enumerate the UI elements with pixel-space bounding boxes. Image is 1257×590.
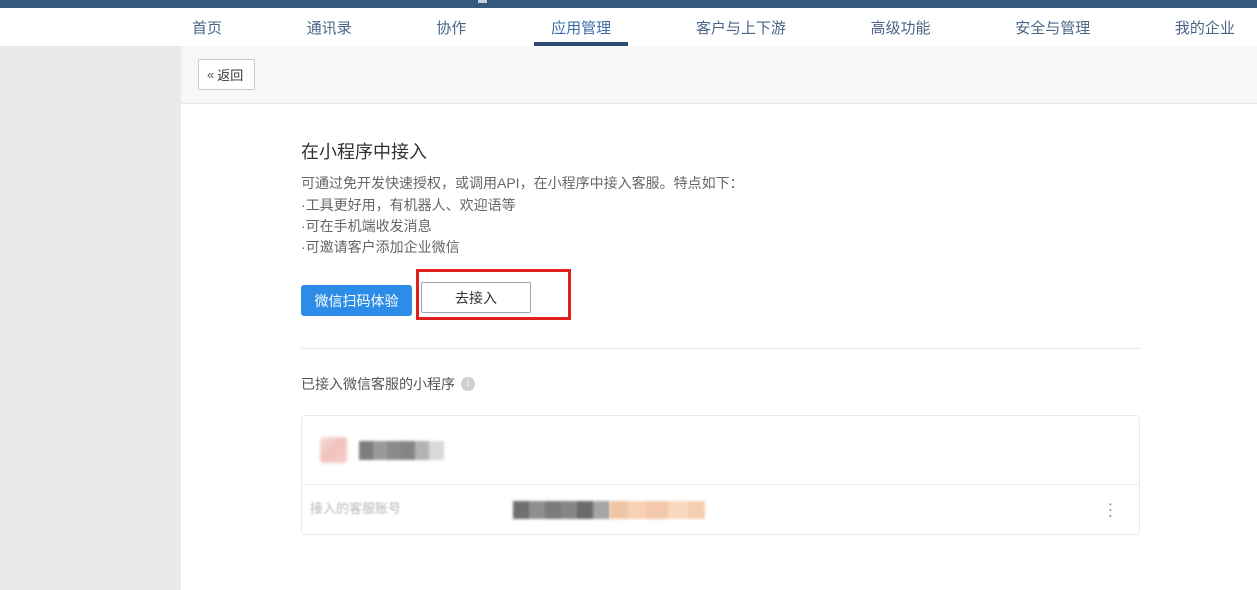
tab-contacts[interactable]: 通讯录 (307, 8, 352, 46)
topbar-artifact (478, 0, 487, 3)
section-header: 已接入微信客服的小程序 i (301, 374, 1257, 394)
connected-account-row: 接入的客服账号 ⋮ (302, 485, 1139, 534)
redacted-account-name (513, 501, 610, 519)
tab-label: 首页 (192, 17, 222, 38)
tab-collaboration[interactable]: 协作 (436, 8, 466, 46)
intro-text: 可通过免开发快速授权，或调用API，在小程序中接入客服。特点如下： (301, 173, 1257, 193)
redacted-miniprogram-name (359, 441, 444, 460)
redacted-miniprogram-avatar (320, 437, 347, 463)
tab-app-management[interactable]: 应用管理 (551, 8, 611, 46)
bullet-item: ·可邀请客户添加企业微信 (301, 237, 1257, 258)
redacted-account-detail (610, 501, 705, 519)
top-window-bar (0, 0, 1257, 8)
tab-my-enterprise[interactable]: 我的企业 (1175, 8, 1235, 46)
back-chevron-icon: « (207, 67, 214, 82)
page-content: 在小程序中接入 可通过免开发快速授权，或调用API，在小程序中接入客服。特点如下… (181, 104, 1257, 535)
bullet-item: ·工具更好用，有机器人、欢迎语等 (301, 195, 1257, 216)
tab-customers[interactable]: 客户与上下游 (696, 8, 786, 46)
tab-label: 高级功能 (871, 17, 931, 38)
wechat-scan-experience-button[interactable]: 微信扫码体验 (301, 285, 412, 316)
go-connect-button[interactable]: 去接入 (421, 282, 531, 313)
tab-label: 我的企业 (1175, 17, 1235, 38)
section-title: 已接入微信客服的小程序 (301, 374, 455, 394)
annotation-highlight-box: 去接入 (416, 269, 571, 320)
content-panel: « 返回 在小程序中接入 可通过免开发快速授权，或调用API，在小程序中接入客服… (181, 46, 1257, 590)
info-icon[interactable]: i (461, 377, 475, 391)
miniprogram-card: 接入的客服账号 ⋮ (301, 415, 1140, 535)
back-button-label: 返回 (217, 65, 243, 84)
tab-label: 客户与上下游 (696, 17, 786, 38)
kebab-menu-icon[interactable]: ⋮ (1098, 499, 1123, 520)
tab-home[interactable]: 首页 (192, 8, 222, 46)
tab-advanced-features[interactable]: 高级功能 (871, 8, 931, 46)
tab-security-management[interactable]: 安全与管理 (1015, 8, 1090, 46)
connected-account-label: 接入的客服账号 (310, 498, 401, 517)
action-button-row: 微信扫码体验 去接入 (301, 269, 1257, 321)
tab-label: 协作 (436, 17, 466, 38)
bullet-item: ·可在手机端收发消息 (301, 216, 1257, 237)
tab-label: 安全与管理 (1015, 17, 1090, 38)
feature-bullets: ·工具更好用，有机器人、欢迎语等 ·可在手机端收发消息 ·可邀请客户添加企业微信 (301, 195, 1257, 258)
tab-label: 应用管理 (551, 17, 611, 38)
main-nav: 首页 通讯录 协作 应用管理 客户与上下游 高级功能 安全与管理 我的企业 (0, 8, 1257, 47)
tab-label: 通讯录 (307, 17, 352, 38)
miniprogram-row (302, 416, 1139, 485)
section-divider (301, 348, 1140, 349)
back-button[interactable]: « 返回 (198, 59, 255, 90)
page-title: 在小程序中接入 (301, 138, 1257, 164)
panel-header: « 返回 (181, 46, 1257, 104)
